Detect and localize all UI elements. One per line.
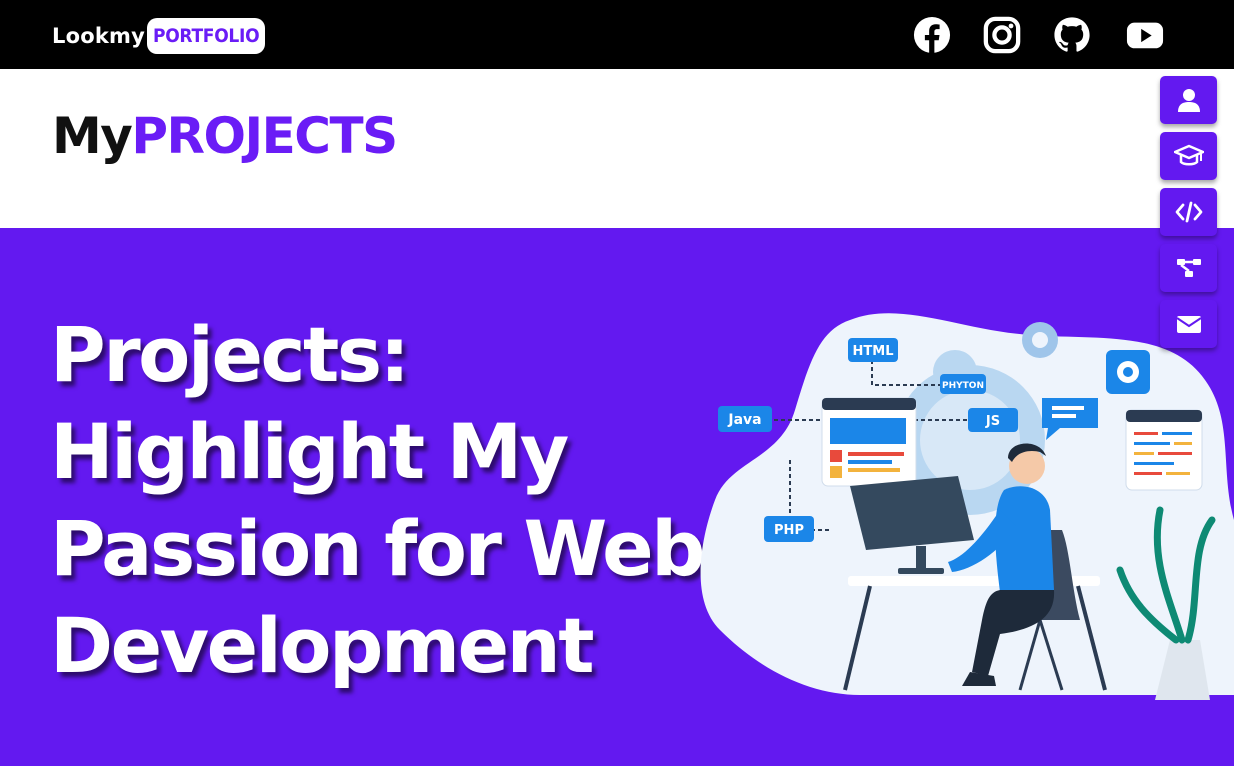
- page-title-second: PROJECTS: [131, 107, 398, 165]
- user-icon: [1177, 89, 1200, 112]
- logo-highlight-pill: PORTFOLIO: [146, 17, 266, 54]
- nav-education-button[interactable]: [1160, 132, 1217, 180]
- nav-skills-button[interactable]: [1160, 188, 1217, 236]
- illustration-label-phyton: PHYTON: [942, 381, 984, 391]
- nav-contact-button[interactable]: [1160, 300, 1217, 348]
- envelope-icon: [1175, 316, 1202, 333]
- instagram-icon[interactable]: [983, 16, 1021, 54]
- project-diagram-icon: [1176, 259, 1201, 277]
- logo[interactable]: Lookmy PORTFOLIO: [52, 17, 266, 54]
- graduation-cap-icon: [1173, 144, 1204, 166]
- developer-illustration: HTML PHYTON JS Java PHP: [700, 313, 1234, 700]
- illustration-label-js: JS: [985, 414, 1000, 429]
- logo-highlight: PORTFOLIO: [152, 24, 260, 47]
- youtube-icon[interactable]: [1125, 16, 1165, 54]
- hero-headline-line: Development: [50, 601, 595, 690]
- github-icon[interactable]: [1053, 16, 1091, 54]
- top-bar: Lookmy PORTFOLIO: [0, 0, 1234, 69]
- illustration-label-php: PHP: [774, 523, 804, 538]
- hero-headline-line: Highlight My: [50, 407, 569, 496]
- code-icon: [1175, 201, 1202, 223]
- facebook-icon[interactable]: [913, 16, 951, 54]
- logo-prefix: Lookmy: [52, 23, 145, 48]
- hero-headline: Projects: Highlight My Passion for Web D…: [50, 306, 720, 694]
- side-navigation: [1160, 76, 1218, 356]
- page-title: MyPROJECTS: [52, 106, 398, 166]
- hero-headline-line: Passion for Web: [50, 504, 706, 593]
- nav-projects-button[interactable]: [1160, 244, 1217, 292]
- nav-about-button[interactable]: [1160, 76, 1217, 124]
- hero-section: Projects: Highlight My Passion for Web D…: [0, 228, 1234, 766]
- page-title-first: My: [52, 107, 133, 165]
- illustration-label-java: Java: [727, 412, 761, 428]
- illustration-label-html: HTML: [853, 344, 894, 359]
- hero-headline-line: Projects:: [50, 310, 410, 399]
